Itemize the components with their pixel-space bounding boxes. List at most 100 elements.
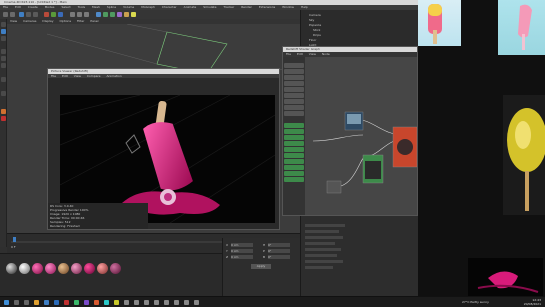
- app-icon[interactable]: [144, 300, 149, 305]
- material-swatch[interactable]: [97, 263, 108, 274]
- menu-extensions[interactable]: Extensions: [259, 5, 275, 9]
- light-icon[interactable]: [131, 12, 136, 17]
- z-axis-icon[interactable]: [58, 12, 63, 17]
- app-icon[interactable]: [104, 300, 109, 305]
- node-category[interactable]: [284, 87, 304, 92]
- menu-window[interactable]: Window: [282, 5, 294, 9]
- node-category[interactable]: [284, 69, 304, 74]
- app-icon[interactable]: [94, 300, 99, 305]
- edges-mode-icon[interactable]: [1, 56, 6, 61]
- app-icon[interactable]: [154, 300, 159, 305]
- render-picture-viewer-icon[interactable]: [77, 12, 82, 17]
- app-icon[interactable]: [174, 300, 179, 305]
- redshift-app-icon[interactable]: [64, 300, 69, 305]
- object-row[interactable]: Popsicle: [309, 23, 321, 27]
- weather-widget[interactable]: 27°C Partly sunny: [462, 300, 489, 304]
- render-settings-icon[interactable]: [84, 12, 89, 17]
- app-icon[interactable]: [124, 300, 129, 305]
- cube-icon[interactable]: [96, 12, 101, 17]
- polygons-mode-icon[interactable]: [1, 63, 6, 68]
- task-view-icon[interactable]: [24, 300, 29, 305]
- rs-render-view-icon[interactable]: [1, 116, 6, 121]
- coord-y-field[interactable]: 0 cm: [231, 249, 253, 253]
- vp-menu-view[interactable]: View: [10, 19, 17, 23]
- node-category[interactable]: [284, 111, 304, 116]
- move-tool-icon[interactable]: [19, 12, 24, 17]
- model-mode-icon[interactable]: [1, 29, 6, 34]
- app-icon[interactable]: [84, 300, 89, 305]
- vp-menu-panel[interactable]: Panel: [90, 19, 98, 23]
- material-swatch[interactable]: [110, 263, 121, 274]
- node-category[interactable]: [284, 93, 304, 98]
- node-category[interactable]: [284, 99, 304, 104]
- node-category[interactable]: [284, 135, 304, 140]
- menu-spline[interactable]: Spline: [107, 5, 116, 9]
- node-category[interactable]: [284, 177, 304, 182]
- utility-node[interactable]: [326, 180, 342, 194]
- ne-menu-edit[interactable]: Edit: [297, 52, 303, 56]
- menu-file[interactable]: File: [3, 5, 8, 9]
- app-icon[interactable]: [184, 300, 189, 305]
- node-category[interactable]: [284, 123, 304, 128]
- node-category[interactable]: [284, 147, 304, 152]
- spline-pen-icon[interactable]: [103, 12, 108, 17]
- object-row[interactable]: Drips: [313, 33, 321, 37]
- node-category[interactable]: [284, 63, 304, 68]
- redo-icon[interactable]: [10, 12, 15, 17]
- node-category[interactable]: [284, 105, 304, 110]
- node-category[interactable]: [284, 159, 304, 164]
- workplane-icon[interactable]: [1, 91, 6, 96]
- vp-menu-options[interactable]: Options: [59, 19, 71, 23]
- material-swatch[interactable]: [6, 263, 17, 274]
- app-icon[interactable]: [114, 300, 119, 305]
- node-category[interactable]: [284, 81, 304, 86]
- x-axis-icon[interactable]: [44, 12, 49, 17]
- menu-mesh[interactable]: Mesh: [92, 5, 100, 9]
- pv-menu-edit[interactable]: Edit: [62, 74, 68, 78]
- material-swatch[interactable]: [71, 263, 82, 274]
- object-row[interactable]: Sky: [309, 18, 314, 22]
- system-clock[interactable]: 12:43 20/08/2021: [524, 298, 541, 307]
- pv-menu-file[interactable]: File: [51, 74, 56, 78]
- rotate-tool-icon[interactable]: [33, 12, 38, 17]
- ne-menu-node[interactable]: Node: [322, 52, 330, 56]
- object-row[interactable]: Camera: [309, 13, 321, 17]
- coord-p-field[interactable]: 0°: [268, 249, 290, 253]
- make-editable-icon[interactable]: [1, 22, 6, 27]
- menu-simulate[interactable]: Simulate: [203, 5, 216, 9]
- material-swatch[interactable]: [32, 263, 43, 274]
- vp-menu-cameras[interactable]: Cameras: [23, 19, 36, 23]
- ne-menu-view[interactable]: View: [309, 52, 316, 56]
- menu-render[interactable]: Render: [241, 5, 252, 9]
- app-icon[interactable]: [74, 300, 79, 305]
- snap-icon[interactable]: [1, 77, 6, 82]
- file-explorer-icon[interactable]: [34, 300, 39, 305]
- redshift-icon[interactable]: [1, 109, 6, 114]
- coord-z-field[interactable]: 0 cm: [231, 255, 253, 259]
- node-category[interactable]: [284, 129, 304, 134]
- start-icon[interactable]: [4, 300, 9, 305]
- menu-mograph[interactable]: MoGraph: [141, 5, 155, 9]
- browser-icon[interactable]: [44, 300, 49, 305]
- object-row[interactable]: Stick: [313, 28, 320, 32]
- node-category[interactable]: [284, 153, 304, 158]
- vp-menu-display[interactable]: Display: [42, 19, 53, 23]
- node-category[interactable]: [284, 141, 304, 146]
- material-swatch[interactable]: [19, 263, 30, 274]
- material-swatch[interactable]: [45, 263, 56, 274]
- menu-modes[interactable]: Modes: [45, 5, 55, 9]
- y-axis-icon[interactable]: [51, 12, 56, 17]
- scale-tool-icon[interactable]: [26, 12, 31, 17]
- menu-help[interactable]: Help: [301, 5, 308, 9]
- coord-h-field[interactable]: 0°: [268, 243, 290, 247]
- coord-x-field[interactable]: 0 cm: [231, 243, 253, 247]
- search-icon[interactable]: [14, 300, 19, 305]
- menu-edit[interactable]: Edit: [15, 5, 21, 9]
- reference-image[interactable]: [498, 0, 545, 55]
- ne-menu-file[interactable]: File: [286, 52, 291, 56]
- reference-image[interactable]: [468, 258, 543, 296]
- material-swatch[interactable]: [84, 263, 95, 274]
- reference-image[interactable]: [418, 0, 461, 46]
- menu-tools[interactable]: Tools: [78, 5, 85, 9]
- menu-tracker[interactable]: Tracker: [223, 5, 234, 9]
